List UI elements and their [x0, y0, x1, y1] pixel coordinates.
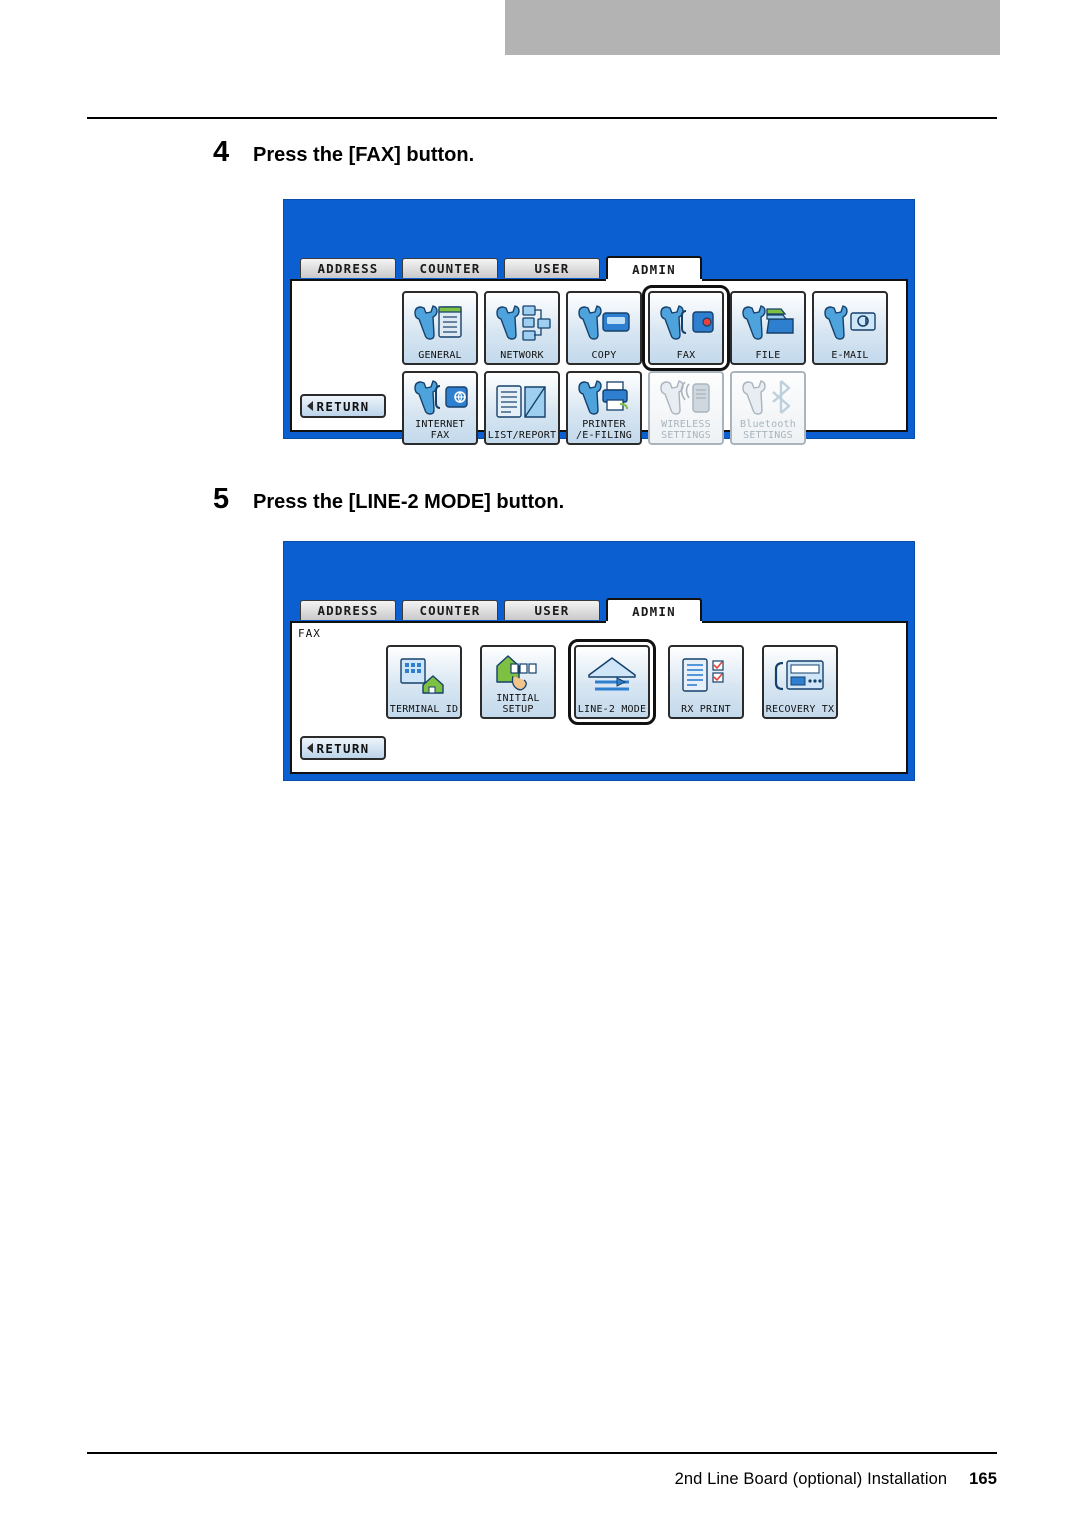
button-line2-mode-label: LINE-2 MODE [577, 703, 647, 715]
button-internet-fax-label: INTERNET FAX [415, 419, 465, 441]
button-printer-efiling[interactable]: PRINTER /E-FILING [566, 371, 642, 445]
step-4-text: Press the [FAX] button. [253, 144, 475, 166]
button-wireless-settings: WIRELESS SETTINGS [648, 371, 724, 445]
button-file[interactable]: FILE [730, 291, 806, 365]
step-4-number: 4 [213, 136, 230, 168]
button-network-label: NETWORK [500, 349, 544, 361]
button-rx-print[interactable]: RX PRINT [668, 645, 744, 719]
terminal-id-icon [388, 647, 460, 705]
button-internet-fax[interactable]: INTERNET FAX [402, 371, 478, 445]
tab-counter[interactable]: COUNTER [402, 258, 498, 278]
button-copy[interactable]: COPY [566, 291, 642, 365]
button-bluetooth-settings: Bluetooth SETTINGS [730, 371, 806, 445]
button-general[interactable]: GENERAL [402, 291, 478, 365]
wrench-printer-efiling-icon [568, 373, 640, 420]
button-recovery-tx-label: RECOVERY TX [765, 703, 835, 715]
footer-divider [87, 1452, 997, 1454]
header-divider [87, 117, 997, 119]
top-gray-band [505, 0, 1000, 55]
admin-menu-screen: ADDRESS COUNTER USER ADMIN GENERAL NETWO… [283, 199, 915, 445]
wireless-settings-icon [650, 373, 722, 420]
button-list-report[interactable]: LIST/REPORT [484, 371, 560, 445]
wrench-folder-icon [732, 293, 804, 351]
document-page: 4 Press the [FAX] button. ADDRESS COUNTE… [0, 0, 1080, 1526]
tab-address-2[interactable]: ADDRESS [300, 600, 396, 620]
button-terminal-id-label: TERMINAL ID [389, 703, 459, 715]
button-email-label: E-MAIL [831, 349, 869, 361]
button-network[interactable]: NETWORK [484, 291, 560, 365]
button-printer-efiling-label: PRINTER /E-FILING [576, 419, 632, 441]
button-copy-label: COPY [591, 349, 617, 361]
footer-title: 2nd Line Board (optional) Installation [674, 1470, 948, 1488]
screen2-tab-bar: ADDRESS COUNTER USER ADMIN [294, 598, 904, 625]
wrench-copy-icon [568, 293, 640, 351]
wrench-fax-icon [650, 293, 722, 351]
button-line2-mode[interactable]: LINE-2 MODE [568, 639, 656, 725]
button-fax-label: FAX [676, 349, 696, 361]
initial-setup-icon [482, 647, 554, 694]
return-button-screen2[interactable]: RETURN [300, 736, 386, 760]
tab-user-2[interactable]: USER [504, 600, 600, 620]
footer: 2nd Line Board (optional) Installation 16… [87, 1470, 997, 1489]
wrench-internet-fax-icon [404, 373, 476, 420]
tab-counter-2[interactable]: COUNTER [402, 600, 498, 620]
tab-address[interactable]: ADDRESS [300, 258, 396, 278]
button-fax[interactable]: FAX [642, 285, 730, 371]
line2-mode-icon [576, 647, 648, 705]
screen1-body: GENERAL NETWORK COPY FAX FILE E-MAIL INT… [290, 279, 908, 445]
button-bluetooth-settings-label: Bluetooth SETTINGS [740, 419, 796, 441]
wrench-email-icon [814, 293, 886, 351]
list-report-icon [486, 373, 558, 431]
page-number: 165 [969, 1470, 997, 1488]
recovery-tx-icon [764, 647, 836, 705]
bluetooth-settings-icon [732, 373, 804, 420]
tab-admin[interactable]: ADMIN [606, 256, 702, 283]
step-5-number: 5 [213, 483, 230, 515]
button-list-report-label: LIST/REPORT [487, 429, 557, 441]
button-rx-print-label: RX PRINT [681, 703, 731, 715]
screen2-body: FAX TERMINAL ID INITIAL SETUP LINE-2 MOD… [290, 621, 908, 774]
screen1-tab-bar: ADDRESS COUNTER USER ADMIN [294, 256, 904, 283]
button-file-label: FILE [755, 349, 781, 361]
wrench-document-icon [404, 293, 476, 351]
button-initial-setup[interactable]: INITIAL SETUP [480, 645, 556, 719]
step-5-text: Press the [LINE-2 MODE] button. [253, 491, 565, 513]
button-wireless-settings-label: WIRELESS SETTINGS [661, 419, 711, 441]
wrench-network-icon [486, 293, 558, 351]
tab-admin-2[interactable]: ADMIN [606, 598, 702, 625]
fax-admin-screen: ADDRESS COUNTER USER ADMIN FAX TERMINAL … [283, 541, 915, 781]
button-terminal-id[interactable]: TERMINAL ID [386, 645, 462, 719]
screen2-section-label: FAX [298, 627, 321, 640]
button-email[interactable]: E-MAIL [812, 291, 888, 365]
return-button-screen1[interactable]: RETURN [300, 394, 386, 418]
button-initial-setup-label: INITIAL SETUP [496, 693, 540, 715]
rx-print-icon [670, 647, 742, 705]
button-general-label: GENERAL [418, 349, 462, 361]
button-recovery-tx[interactable]: RECOVERY TX [762, 645, 838, 719]
tab-user[interactable]: USER [504, 258, 600, 278]
